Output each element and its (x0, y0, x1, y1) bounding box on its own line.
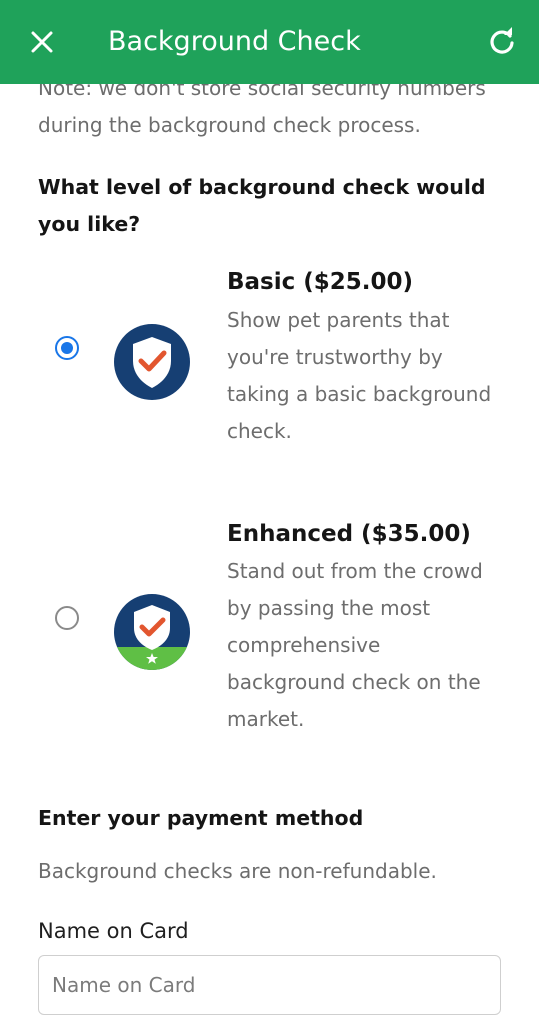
basic-radio[interactable] (55, 336, 79, 360)
refund-note: Background checks are non-refundable. (38, 859, 437, 883)
basic-title: Basic ($25.00) (227, 269, 414, 295)
name-on-card-label: Name on Card (38, 919, 189, 943)
payment-title: Enter your payment method (38, 806, 364, 830)
shield-check-star-icon (114, 594, 190, 670)
enhanced-description: Stand out from the crowd by passing the … (227, 559, 483, 731)
basic-description: Show pet parents that you're trustworthy… (227, 308, 492, 443)
app-bar: Background Check (0, 0, 539, 84)
enhanced-radio[interactable] (55, 606, 79, 630)
close-icon[interactable] (28, 28, 56, 56)
page-title: Background Check (108, 26, 361, 57)
enhanced-title: Enhanced ($35.00) (227, 521, 471, 547)
level-question: What level of background check would you… (38, 175, 486, 236)
name-on-card-input[interactable] (38, 955, 501, 1015)
refresh-icon[interactable] (487, 26, 517, 56)
shield-check-icon (114, 324, 190, 400)
